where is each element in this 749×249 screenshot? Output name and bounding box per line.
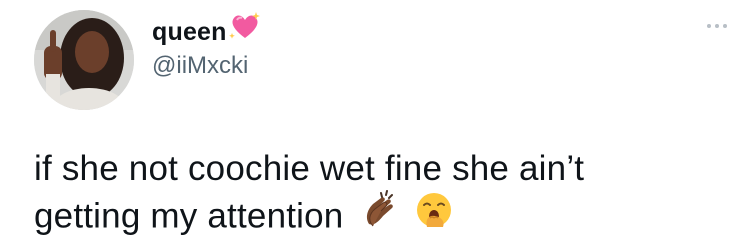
author-info: queen @iiMxcki bbox=[152, 11, 261, 80]
username-handle[interactable]: @iiMxcki bbox=[152, 52, 261, 80]
tweet-text-line-1: if she not coochie wet fine she ain’t bbox=[34, 149, 585, 188]
avatar[interactable] bbox=[34, 10, 134, 110]
clapping-hands-icon bbox=[359, 190, 399, 242]
tweet-text: if she not coochie wet fine she ain’t ge… bbox=[34, 146, 734, 244]
more-options-button[interactable] bbox=[707, 24, 727, 28]
more-horizontal-icon bbox=[723, 24, 727, 28]
display-name-row: queen bbox=[152, 11, 261, 50]
sparkling-heart-icon bbox=[228, 11, 261, 46]
more-horizontal-icon bbox=[707, 24, 711, 28]
tweet-text-line-2-words: getting my attention bbox=[34, 196, 344, 236]
yawning-face-icon bbox=[415, 191, 453, 241]
more-horizontal-icon bbox=[715, 24, 719, 28]
tweet-card: queen @iiMxcki if she not coochie wet fi… bbox=[0, 0, 749, 249]
display-name[interactable]: queen bbox=[152, 18, 227, 47]
avatar-photo bbox=[34, 10, 134, 110]
tweet-text-line-2: getting my attention bbox=[34, 190, 734, 244]
